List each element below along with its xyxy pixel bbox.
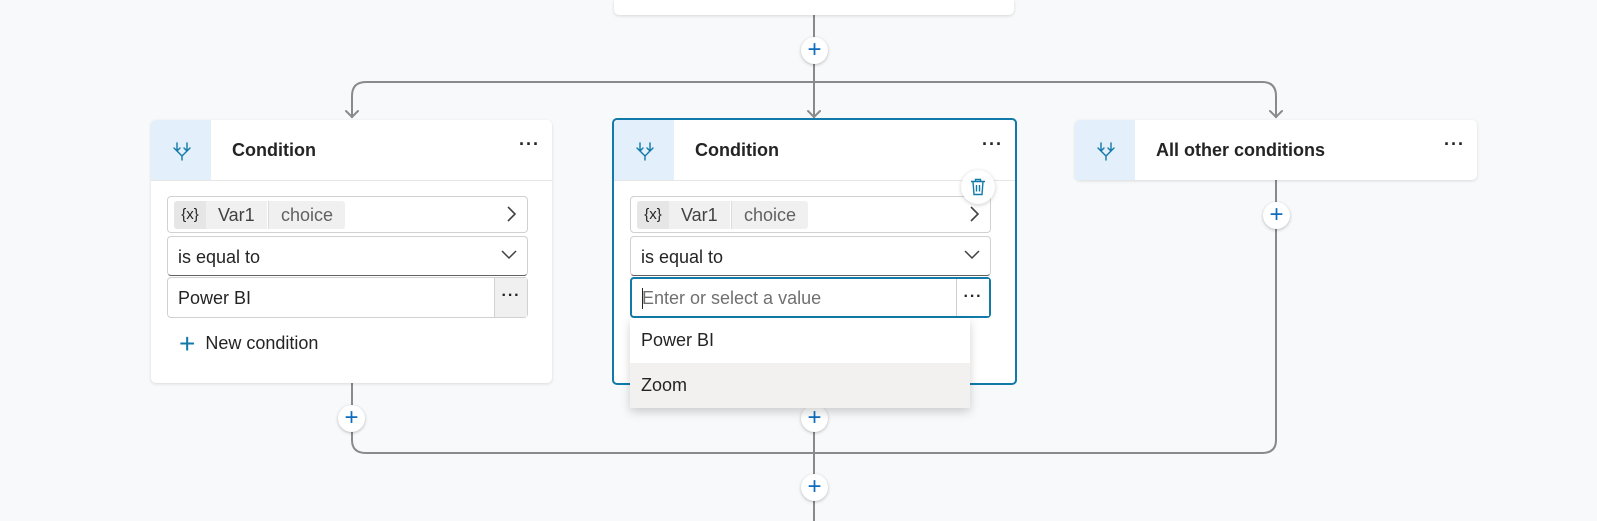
variable-type: choice xyxy=(731,201,809,229)
value-input[interactable]: Power BI ··· xyxy=(167,277,528,318)
variable-icon: {x} xyxy=(174,201,206,229)
chevron-right-icon xyxy=(970,206,980,222)
variable-name: Var1 xyxy=(669,201,730,229)
branch-icon xyxy=(151,120,211,180)
add-node-button[interactable]: + xyxy=(1263,202,1290,229)
previous-node-card[interactable] xyxy=(614,0,1014,15)
card-title: All other conditions xyxy=(1156,140,1325,160)
value-input[interactable]: Enter or select a value ··· xyxy=(630,277,991,318)
chevron-down-icon xyxy=(501,250,517,260)
new-condition-label: New condition xyxy=(205,332,319,353)
add-node-button[interactable]: + xyxy=(801,474,828,501)
add-node-button[interactable]: + xyxy=(801,37,828,64)
card-header: All other conditions ··· xyxy=(1075,120,1477,180)
value-placeholder: Enter or select a value xyxy=(642,288,822,308)
condition-card-1[interactable]: Condition ··· {x} Var1 choice is equal t… xyxy=(151,120,552,383)
value-options-dropdown[interactable]: Power BI Zoom xyxy=(630,318,970,408)
more-options-button[interactable]: ··· xyxy=(519,134,540,155)
variable-selector[interactable]: {x} Var1 choice xyxy=(630,196,991,233)
more-options-button[interactable]: ··· xyxy=(982,134,1003,155)
variable-icon: {x} xyxy=(637,201,669,229)
more-options-button[interactable]: ··· xyxy=(1444,134,1465,155)
variable-selector[interactable]: {x} Var1 choice xyxy=(167,196,528,233)
variable-type: choice xyxy=(268,201,346,229)
delete-condition-button[interactable] xyxy=(961,170,995,204)
operator-dropdown[interactable]: is equal to xyxy=(167,236,528,276)
add-node-button[interactable]: + xyxy=(801,405,828,432)
all-other-conditions-card[interactable]: All other conditions ··· xyxy=(1075,120,1477,180)
card-header: Condition ··· xyxy=(151,120,552,181)
new-condition-button[interactable]: + New condition xyxy=(179,328,318,360)
value-more-button[interactable]: ··· xyxy=(494,278,527,317)
chevron-right-icon xyxy=(507,206,517,222)
operator-dropdown[interactable]: is equal to xyxy=(630,236,991,276)
value-more-button[interactable]: ··· xyxy=(956,279,989,316)
branch-icon xyxy=(614,120,674,180)
branch-icon xyxy=(1075,120,1135,180)
card-title: Condition xyxy=(232,140,316,160)
operator-value: is equal to xyxy=(641,247,724,267)
dropdown-option-power-bi[interactable]: Power BI xyxy=(630,318,970,363)
add-icon: + xyxy=(179,328,196,359)
card-header: Condition ··· xyxy=(614,120,1015,181)
dropdown-option-zoom[interactable]: Zoom xyxy=(630,363,970,408)
chevron-down-icon xyxy=(964,250,980,260)
card-title: Condition xyxy=(695,140,779,160)
add-node-button[interactable]: + xyxy=(338,405,365,432)
variable-name: Var1 xyxy=(206,201,267,229)
operator-value: is equal to xyxy=(178,247,261,267)
delete-icon xyxy=(971,178,985,196)
value-text: Power BI xyxy=(178,288,252,308)
